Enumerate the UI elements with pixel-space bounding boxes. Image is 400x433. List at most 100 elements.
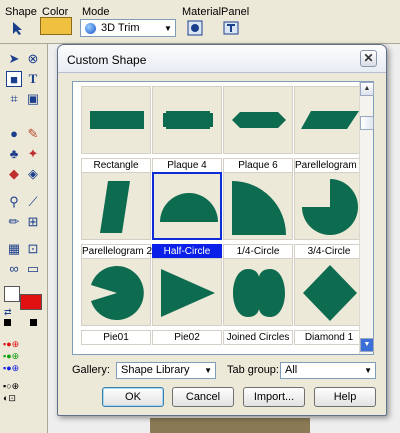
shape-tool-icon[interactable]: ■ — [6, 71, 22, 87]
shape-item[interactable]: 3/4-Circle — [294, 172, 364, 259]
shape-thumbnail[interactable] — [152, 172, 222, 240]
shape-thumbnail[interactable] — [152, 86, 222, 154]
custom-shape-dialog: Custom Shape ✕ Rectangle Plaque 4 Plaque 6… — [57, 44, 387, 416]
shape-item[interactable]: Parellelogram 1 — [294, 86, 365, 173]
material-icon[interactable] — [187, 20, 203, 36]
shape-preview-icon — [232, 181, 286, 235]
shape-preview-icon — [100, 181, 130, 233]
tabgroup-select[interactable]: All ▼ — [280, 362, 376, 379]
shape-item[interactable]: Parellelogram 2 — [81, 172, 152, 259]
shape-item[interactable]: Rectangle — [81, 86, 151, 173]
background-color-swatch[interactable] — [4, 286, 20, 302]
fill-icon[interactable]: ◈ — [25, 166, 41, 182]
shape-label[interactable]: Joined Circles — [223, 330, 293, 345]
shape-label[interactable]: Pie01 — [81, 330, 151, 345]
help-button[interactable]: Help — [314, 387, 376, 407]
shape-thumbnail[interactable] — [294, 258, 364, 326]
top-toolbar: Shape Color Mode Material Panel 3D Trim … — [0, 0, 400, 44]
shape-thumbnail[interactable] — [223, 172, 293, 240]
import-button[interactable]: Import... — [243, 387, 305, 407]
shape-item[interactable]: Pie01 — [81, 258, 151, 345]
ok-button[interactable]: OK — [102, 387, 164, 407]
shape-preview-icon — [161, 269, 215, 317]
mask-icon[interactable] — [30, 319, 37, 326]
shape-label[interactable]: Plaque 4 — [152, 158, 222, 173]
shape-thumbnail[interactable] — [223, 86, 293, 154]
shape-preview-icon — [90, 111, 144, 129]
scroll-up-icon[interactable]: ▲ — [360, 82, 374, 96]
text-tool-icon[interactable]: T — [25, 71, 41, 87]
shape-item[interactable]: Diamond 1 — [294, 258, 364, 345]
eyedropper-icon[interactable]: ⟋ — [25, 194, 41, 210]
shape-label[interactable]: Half-Circle — [152, 244, 222, 259]
drop-icon[interactable]: ● — [6, 126, 22, 142]
shape-preview-icon — [163, 111, 213, 129]
mode-label: Mode — [82, 6, 110, 18]
shape-thumbnail[interactable] — [81, 172, 151, 240]
gradient-icon[interactable]: ◐⊡ — [3, 393, 16, 404]
close-button[interactable]: ✕ — [360, 50, 377, 67]
shape-label[interactable]: Parellelogram 1 — [294, 158, 365, 173]
scroll-down-icon[interactable]: ▼ — [360, 338, 374, 352]
red-channel-icon[interactable]: ▪●⊕ — [3, 339, 19, 350]
shape-thumbnail[interactable] — [294, 86, 364, 154]
overlay-icon[interactable]: ▪○⊕ — [3, 381, 19, 392]
panel-icon[interactable] — [223, 20, 239, 36]
shape-preview-icon — [160, 193, 218, 222]
frame-icon[interactable]: ▣ — [25, 91, 41, 107]
link-icon[interactable]: ⊗ — [25, 51, 41, 67]
shape-thumbnail[interactable] — [152, 258, 222, 326]
scroll-thumb[interactable] — [360, 116, 374, 130]
bounds-icon[interactable]: ⊡ — [25, 241, 41, 257]
grid-icon[interactable]: ▦ — [6, 241, 22, 257]
zoom-icon[interactable]: ⚲ — [6, 194, 22, 210]
panel-label: Panel — [221, 6, 250, 18]
shape-item[interactable]: Joined Circles — [223, 258, 293, 345]
ruler-icon[interactable]: ▭ — [25, 261, 41, 277]
shape-pointer-icon[interactable] — [10, 20, 26, 36]
material-label: Material — [182, 6, 222, 18]
default-colors-icon[interactable] — [4, 319, 11, 326]
shape-label[interactable]: Diamond 1 — [294, 330, 364, 345]
shape-thumbnail[interactable] — [294, 172, 364, 240]
mode-select[interactable]: 3D Trim ▼ — [80, 19, 176, 37]
pointer-icon[interactable]: ➤ — [6, 51, 22, 67]
foreground-color-swatch[interactable] — [20, 294, 42, 310]
gallery-select[interactable]: Shape Library ▼ — [116, 362, 216, 379]
shape-thumbnail[interactable] — [223, 258, 293, 326]
vertical-scrollbar[interactable]: ▲ ▼ — [359, 82, 374, 354]
shape-item[interactable]: Plaque 6 — [223, 86, 293, 173]
shape-preview-icon — [91, 266, 144, 320]
shape-item[interactable]: Pie02 — [152, 258, 222, 345]
shape-label[interactable]: 1/4-Circle — [223, 244, 293, 259]
eraser-icon[interactable]: ◆ — [6, 166, 22, 182]
shape-thumbnail[interactable] — [81, 86, 151, 154]
shape-label[interactable]: Pie02 — [152, 330, 222, 345]
shape-item[interactable]: Plaque 4 — [152, 86, 222, 173]
chain-icon[interactable]: ∞ — [6, 261, 22, 277]
shape-label[interactable]: Rectangle — [81, 158, 151, 173]
stamp-icon[interactable]: ♣ — [6, 146, 22, 162]
blue-channel-icon[interactable]: ▪●⊕ — [3, 363, 19, 374]
tabgroup-label: Tab group: — [227, 364, 279, 376]
cancel-button[interactable]: Cancel — [172, 387, 234, 407]
magic-wand-icon[interactable]: ✦ — [25, 146, 41, 162]
chevron-down-icon: ▼ — [164, 23, 172, 33]
green-channel-icon[interactable]: ▪●⊕ — [3, 351, 19, 362]
shape-label[interactable]: Plaque 6 — [223, 158, 293, 173]
swap-colors-icon[interactable]: ⇄ — [4, 307, 12, 318]
shape-item[interactable]: 1/4-Circle — [223, 172, 293, 259]
shape-item[interactable]: Half-Circle — [152, 172, 222, 259]
transform-icon[interactable]: ⊞ — [25, 214, 41, 230]
brush-icon[interactable]: ✎ — [25, 126, 41, 142]
gallery-label: Gallery: — [72, 364, 110, 376]
color-swatch[interactable] — [40, 17, 72, 35]
pencil-icon[interactable]: ✏ — [6, 214, 22, 230]
crop-icon[interactable]: ⌗ — [6, 91, 22, 107]
tool-palette: ➤ ⊗ ■ T ⌗ ▣ ● ✎ ♣ ✦ ◆ ◈ ⚲ ⟋ ✏ ⊞ ▦ ⊡ ∞ ▭ … — [0, 44, 48, 433]
shape-label[interactable]: 3/4-Circle — [294, 244, 364, 259]
shape-thumbnail[interactable] — [81, 258, 151, 326]
tabgroup-value: All — [285, 364, 298, 376]
chevron-down-icon: ▼ — [204, 366, 212, 375]
shape-label[interactable]: Parellelogram 2 — [81, 244, 152, 259]
